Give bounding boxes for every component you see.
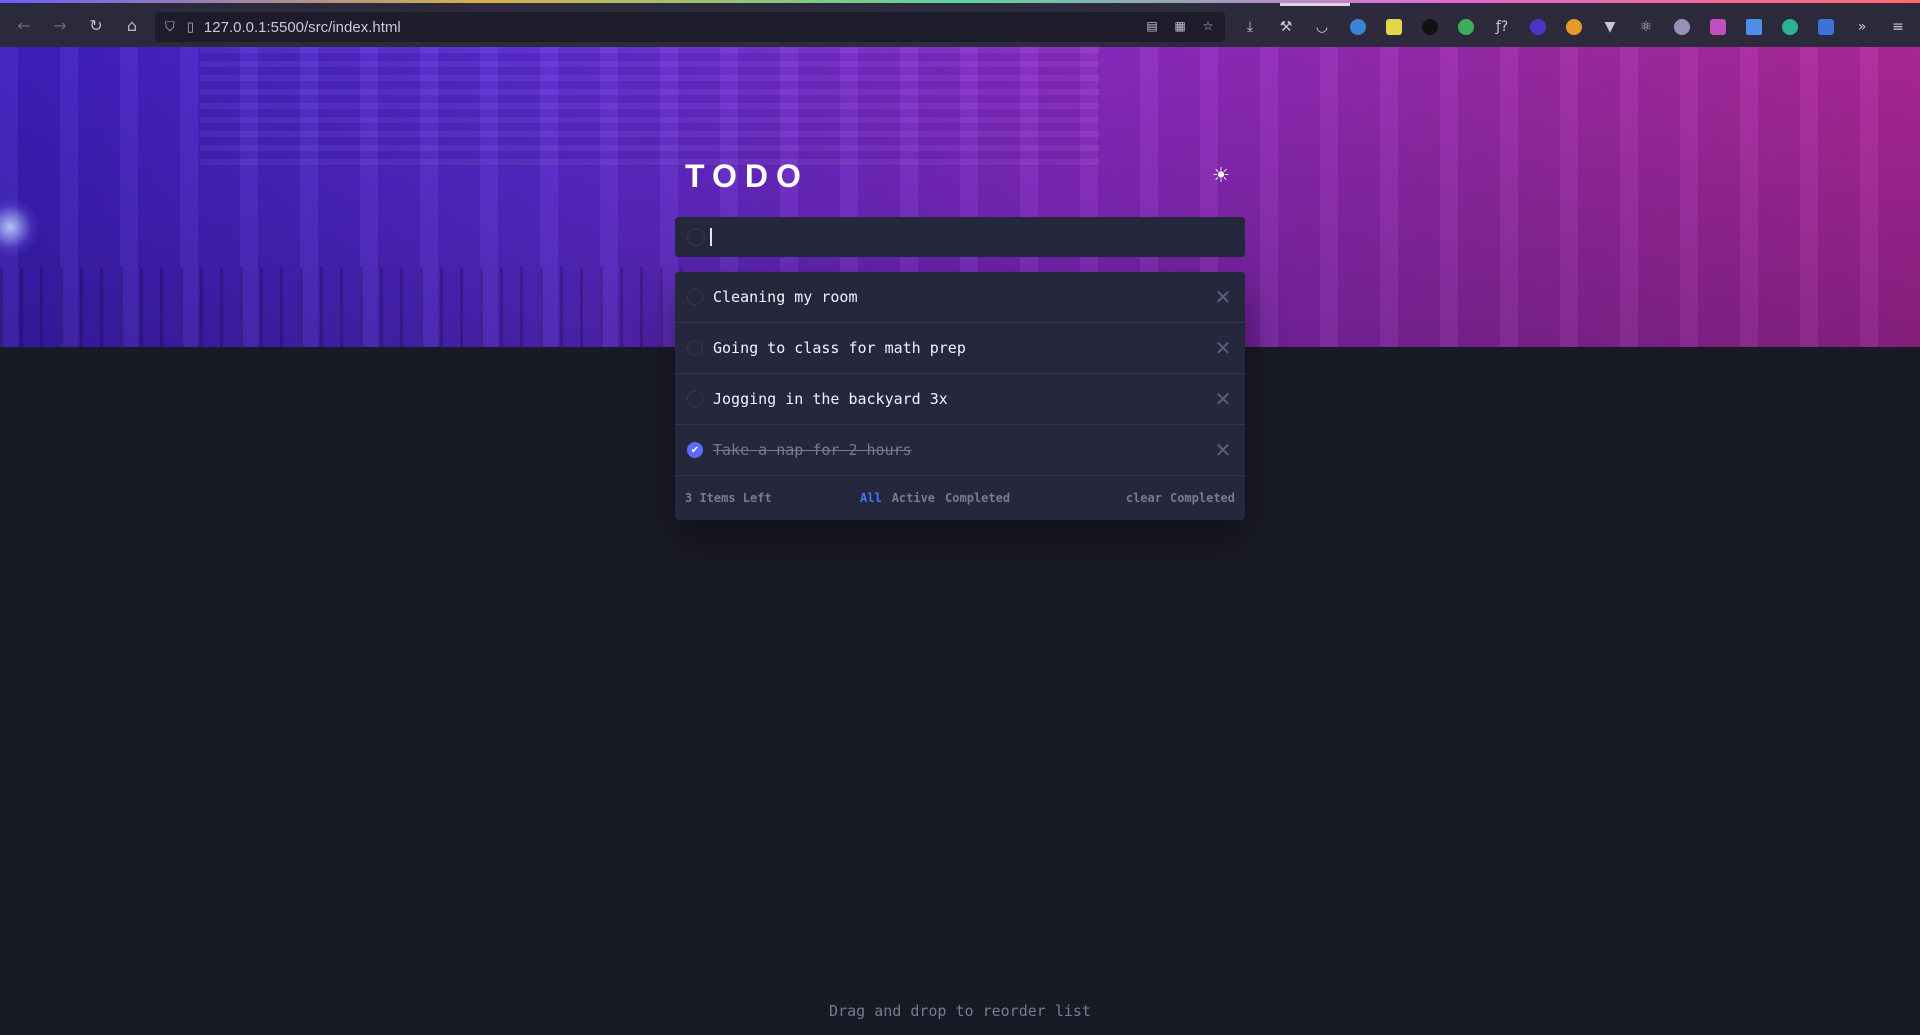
page-title: TODO (685, 157, 809, 194)
tab-indicator (1280, 3, 1350, 6)
extension-purple-icon[interactable] (1520, 12, 1556, 42)
todo-list: Cleaning my room ✕ Going to class for ma… (675, 272, 1245, 520)
new-todo-bar (675, 217, 1245, 257)
url-text: 127.0.0.1:5500/src/index.html (203, 18, 401, 36)
todo-text: Take a nap for 2 hours (713, 441, 912, 459)
todo-text: Jogging in the backyard 3x (713, 390, 948, 408)
grammarly-icon[interactable] (1772, 12, 1808, 42)
reload-button[interactable]: ↻ (78, 7, 114, 43)
todo-item[interactable]: Jogging in the backyard 3x ✕ (675, 374, 1245, 425)
todo-item[interactable]: Cleaning my room ✕ (675, 272, 1245, 323)
list-footer: 3 Items Left All Active Completed clear … (675, 476, 1245, 520)
arrow-right-icon: → (53, 15, 67, 35)
extension-black-icon[interactable] (1412, 12, 1448, 42)
todo-checkbox[interactable] (687, 289, 703, 305)
ceiling-pattern (200, 47, 1100, 167)
translator-icon[interactable] (1808, 12, 1844, 42)
todo-text: Going to class for math prep (713, 339, 966, 357)
app-header: TODO ☀ (675, 158, 1245, 194)
todo-checkbox[interactable] (687, 340, 703, 356)
filter-group: All Active Completed (860, 491, 1010, 505)
reload-icon: ↻ (89, 15, 103, 35)
extension-s-icon[interactable] (1664, 12, 1700, 42)
star-icon[interactable]: ☆ (1199, 17, 1217, 35)
home-icon: ⌂ (126, 15, 138, 35)
new-todo-circle[interactable] (687, 228, 705, 246)
todo-item[interactable]: Going to class for math prep ✕ (675, 323, 1245, 374)
clear-completed-label: Completed (1169, 491, 1235, 505)
function-icon[interactable]: ƒ? (1484, 12, 1520, 42)
extension-blue-icon[interactable] (1340, 12, 1376, 42)
light-glow (0, 197, 40, 257)
shield-icon: ⛉ (165, 19, 175, 34)
home-button[interactable]: ⌂ (114, 7, 150, 43)
rail-pattern (0, 267, 700, 347)
forward-button[interactable]: → (42, 7, 78, 43)
clear-label: clear (1125, 491, 1162, 505)
theme-toggle-button[interactable]: ☀ (1207, 161, 1235, 191)
flag-icon[interactable]: ▤ (1143, 17, 1161, 35)
todo-app: TODO ☀ Cleaning my room ✕ Going to class… (675, 158, 1245, 520)
close-icon[interactable]: ✕ (1213, 387, 1233, 411)
browser-toolbar: ← → ↻ ⌂ ⛉ ▯ 127.0.0.1:5500/src/index.htm… (0, 0, 1920, 47)
extension-book-icon[interactable] (1736, 12, 1772, 42)
extension-pink-icon[interactable] (1700, 12, 1736, 42)
filter-active[interactable]: Active (892, 491, 935, 505)
extension-orange-icon[interactable] (1556, 12, 1592, 42)
vue-icon[interactable]: ▼ (1592, 12, 1628, 42)
extensions-toolbar: ⤓ ⚒ ◡ ƒ? ▼ ⚛ » ≡ (1232, 12, 1916, 42)
todo-item-completed[interactable]: ✔ Take a nap for 2 hours ✕ (675, 425, 1245, 476)
new-todo-input[interactable] (710, 228, 1210, 246)
clear-completed-button[interactable]: clear Completed (1126, 491, 1235, 505)
react-icon[interactable]: ⚛ (1628, 12, 1664, 42)
todo-checkbox[interactable] (687, 391, 703, 407)
pocket-icon[interactable]: ◡ (1304, 12, 1340, 42)
extension-yellow-icon[interactable] (1376, 12, 1412, 42)
download-icon[interactable]: ⤓ (1232, 12, 1268, 42)
overflow-icon[interactable]: » (1844, 12, 1880, 42)
items-left-count: 3 Items Left (685, 491, 772, 505)
arrow-left-icon: ← (17, 15, 31, 35)
url-bar[interactable]: ⛉ ▯ 127.0.0.1:5500/src/index.html ▤ ▦ ☆ (155, 12, 1225, 42)
back-button[interactable]: ← (6, 7, 42, 43)
menu-icon[interactable]: ≡ (1880, 12, 1916, 42)
wrench-icon[interactable]: ⚒ (1268, 12, 1304, 42)
close-icon[interactable]: ✕ (1213, 285, 1233, 309)
shield-check-icon[interactable] (1448, 12, 1484, 42)
close-icon[interactable]: ✕ (1213, 336, 1233, 360)
todo-text: Cleaning my room (713, 288, 858, 306)
filter-all[interactable]: All (860, 491, 882, 505)
sun-icon: ☀ (1213, 161, 1229, 191)
close-icon[interactable]: ✕ (1213, 438, 1233, 462)
filter-completed[interactable]: Completed (945, 491, 1010, 505)
reorder-hint: Drag and drop to reorder list (829, 1002, 1091, 1020)
checkmark-icon[interactable]: ✔ (687, 442, 703, 458)
translate-icon[interactable]: ▦ (1171, 17, 1189, 35)
page-icon: ▯ (186, 19, 194, 34)
